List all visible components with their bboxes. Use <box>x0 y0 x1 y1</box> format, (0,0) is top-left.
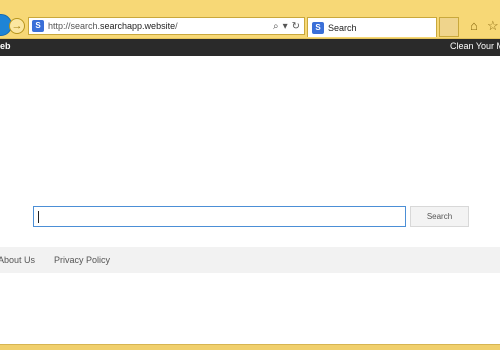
site-icon: S <box>32 20 44 32</box>
search-icon[interactable]: ⌕ <box>273 21 279 32</box>
browser-chrome: → S http://search.searchapp.website/ ⌕ ▾… <box>0 0 500 39</box>
new-tab-button[interactable] <box>439 17 459 37</box>
home-icon[interactable]: ⌂ <box>470 18 478 33</box>
refresh-icon[interactable]: ↻ <box>292 21 300 32</box>
browser-window: → S http://search.searchapp.website/ ⌕ ▾… <box>0 0 500 350</box>
tab-title: Search <box>328 22 357 33</box>
address-url[interactable]: http://search.searchapp.website/ <box>48 21 178 31</box>
text-cursor <box>38 211 39 223</box>
site-toolbar: eb Clean Your M <box>0 39 500 56</box>
address-tools: ⌕ ▾ ↻ <box>273 21 300 32</box>
forward-button[interactable]: → <box>9 18 25 34</box>
search-button[interactable]: Search <box>410 206 469 227</box>
search-input[interactable] <box>33 206 406 227</box>
footer: About Us Privacy Policy <box>0 247 500 273</box>
address-bar[interactable]: S http://search.searchapp.website/ ⌕ ▾ ↻ <box>28 17 305 35</box>
taskbar-edge <box>0 344 500 350</box>
dropdown-icon[interactable]: ▾ <box>283 21 288 32</box>
toolbar-clean-link[interactable]: Clean Your M <box>450 41 500 51</box>
url-domain: searchapp.website <box>100 21 176 31</box>
toolbar-web-label[interactable]: eb <box>0 41 11 51</box>
url-prefix: http://search. <box>48 21 101 31</box>
url-suffix: / <box>175 21 178 31</box>
tab-search[interactable]: S Search <box>307 17 437 37</box>
site-icon: S <box>312 21 324 34</box>
privacy-policy-link[interactable]: Privacy Policy <box>54 255 110 265</box>
forward-icon: → <box>11 20 23 32</box>
favorites-icon[interactable]: ☆ <box>487 18 499 34</box>
about-us-link[interactable]: About Us <box>0 255 35 265</box>
